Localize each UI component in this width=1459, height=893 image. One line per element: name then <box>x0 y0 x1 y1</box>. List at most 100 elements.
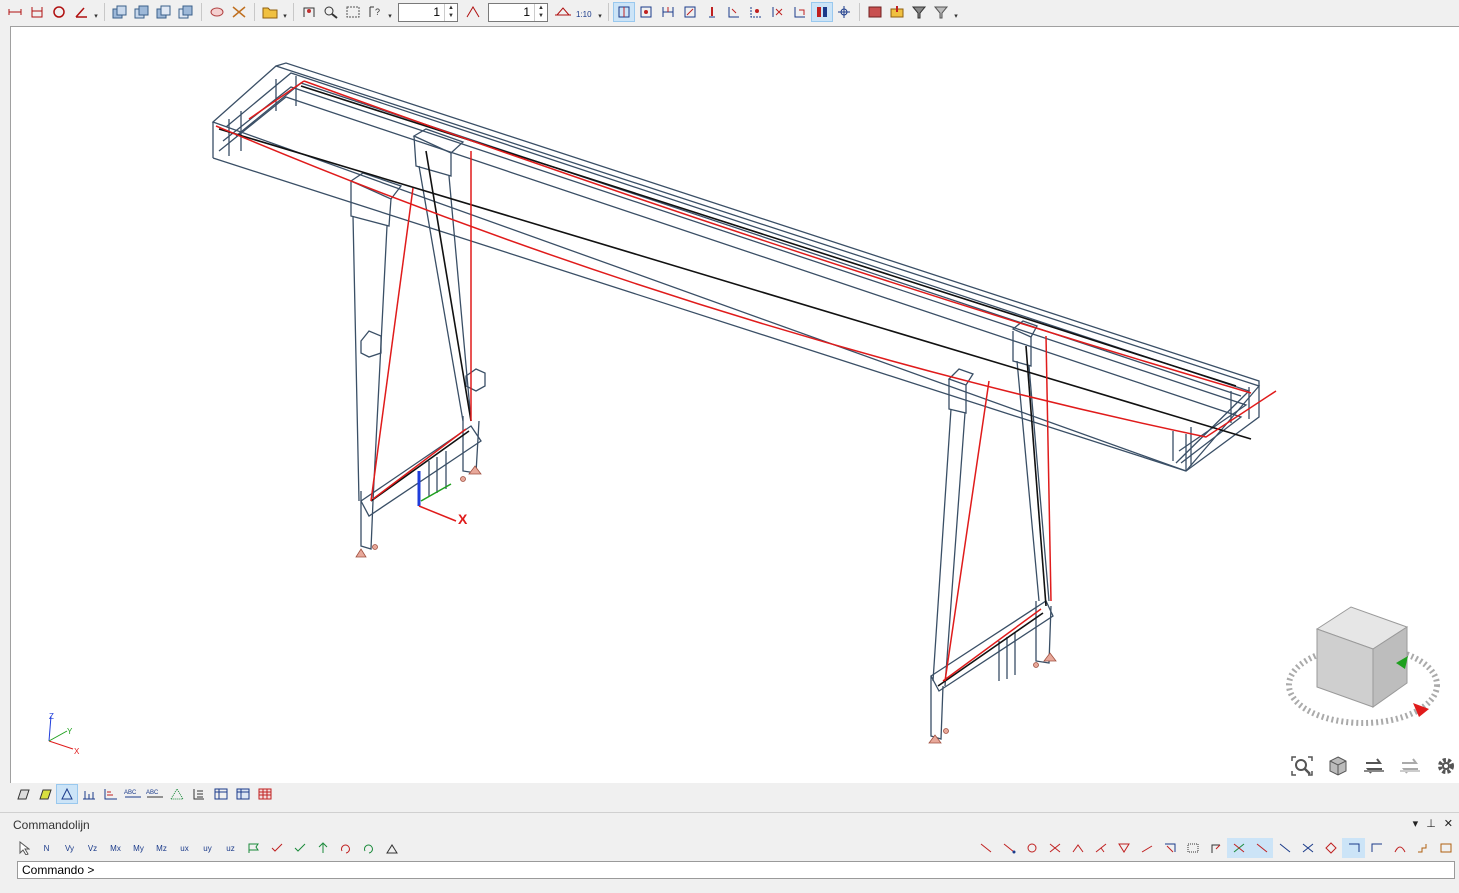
snap-tri-icon[interactable] <box>1112 838 1135 858</box>
snap-x-icon[interactable] <box>1296 838 1319 858</box>
scale-icon[interactable] <box>462 2 484 22</box>
snap-extra-icon[interactable] <box>1434 838 1457 858</box>
show-loads-icon[interactable] <box>657 2 679 22</box>
circle-icon[interactable] <box>48 2 70 22</box>
show-hinges-icon[interactable] <box>723 2 745 22</box>
angle-dropdown-icon[interactable]: ▾ <box>92 2 100 22</box>
check-icon[interactable] <box>265 838 288 858</box>
import-icon[interactable] <box>886 2 908 22</box>
spinner-arrows[interactable]: ▲ ▼ <box>534 3 547 21</box>
shear-y-button[interactable]: Vy <box>58 838 81 858</box>
snap-node-icon[interactable] <box>1204 838 1227 858</box>
spinner-value[interactable]: 1 <box>399 4 444 21</box>
snap-stair-icon[interactable] <box>1411 838 1434 858</box>
folder-dropdown-icon[interactable]: ▾ <box>281 2 289 22</box>
spinner-arrows[interactable]: ▲ ▼ <box>444 3 457 21</box>
display-loads-icon[interactable] <box>56 784 78 804</box>
show-section-icon[interactable] <box>635 2 657 22</box>
zoom-extents-icon[interactable] <box>1288 753 1316 779</box>
check-green-icon[interactable] <box>288 838 311 858</box>
snap-grid-icon[interactable] <box>1181 838 1204 858</box>
center-icon[interactable] <box>833 2 855 22</box>
select-icon[interactable] <box>298 2 320 22</box>
command-input[interactable]: Commando > <box>17 861 1455 879</box>
spinner-value[interactable]: 1 <box>489 4 534 21</box>
show-colors-icon[interactable] <box>811 2 833 22</box>
snap-mid-icon[interactable] <box>1227 838 1250 858</box>
snap-ortho-icon[interactable] <box>1365 838 1388 858</box>
display-values-icon[interactable]: ABC <box>122 784 144 804</box>
display-table-icon[interactable] <box>210 784 232 804</box>
snap-circle-icon[interactable] <box>1020 838 1043 858</box>
filter-icon[interactable] <box>908 2 930 22</box>
panel-pin-button[interactable]: ⊥ <box>1426 817 1436 830</box>
query-dropdown-icon[interactable]: ▾ <box>386 2 394 22</box>
moment-z-button[interactable]: Mz <box>150 838 173 858</box>
snap-cross-icon[interactable] <box>1043 838 1066 858</box>
snap-select-icon[interactable] <box>1158 838 1181 858</box>
frame-dimension-icon[interactable] <box>26 2 48 22</box>
moment-y-button[interactable]: My <box>127 838 150 858</box>
export-icon[interactable] <box>864 2 886 22</box>
display-labels-icon[interactable]: ABC <box>144 784 166 804</box>
find-icon[interactable] <box>320 2 342 22</box>
paste-alt-icon[interactable] <box>175 2 197 22</box>
display-table-alt-icon[interactable] <box>232 784 254 804</box>
rotate-icon[interactable] <box>334 838 357 858</box>
display-list-icon[interactable] <box>188 784 210 804</box>
deformation-icon[interactable] <box>552 2 574 22</box>
model-viewport[interactable]: X Z Y X <box>10 26 1459 783</box>
moment-x-button[interactable]: Mx <box>104 838 127 858</box>
normal-force-button[interactable]: N <box>35 838 58 858</box>
snap-line-icon[interactable] <box>974 838 997 858</box>
snap-diamond-icon[interactable] <box>1319 838 1342 858</box>
snap-perp-icon[interactable] <box>1089 838 1112 858</box>
angle-icon[interactable] <box>70 2 92 22</box>
display-grid-icon[interactable] <box>166 784 188 804</box>
query-icon[interactable]: ? <box>364 2 386 22</box>
scale-ratio-icon[interactable]: 1:10 <box>574 2 596 22</box>
wireframe-icon[interactable] <box>12 784 34 804</box>
view-cube-toggle-icon[interactable] <box>1324 753 1352 779</box>
snap-tangent-icon[interactable] <box>1135 838 1158 858</box>
copy-alt-icon[interactable] <box>131 2 153 22</box>
orbit-icon[interactable] <box>1360 753 1388 779</box>
panel-dropdown-button[interactable]: ▾ <box>1413 817 1419 830</box>
snap-end-icon[interactable] <box>997 838 1020 858</box>
copy-icon[interactable] <box>109 2 131 22</box>
show-numbers-icon[interactable] <box>767 2 789 22</box>
snap-intersect-icon[interactable] <box>1273 838 1296 858</box>
filter-alt-icon[interactable] <box>930 2 952 22</box>
arrow-up-icon[interactable] <box>311 838 334 858</box>
snap-curve-icon[interactable] <box>1388 838 1411 858</box>
display-diagrams-icon[interactable] <box>100 784 122 804</box>
show-reactions-icon[interactable] <box>679 2 701 22</box>
settings-gear-icon[interactable] <box>1432 753 1459 779</box>
show-results-icon[interactable] <box>789 2 811 22</box>
show-supports-icon[interactable] <box>701 2 723 22</box>
disp-x-button[interactable]: ux <box>173 838 196 858</box>
orbit-alt-icon[interactable] <box>1396 753 1424 779</box>
scale-dropdown-icon[interactable]: ▾ <box>596 2 604 22</box>
disp-y-button[interactable]: uy <box>196 838 219 858</box>
panel-close-button[interactable]: ✕ <box>1444 817 1453 830</box>
disp-z-button[interactable]: uz <box>219 838 242 858</box>
filter-dropdown-icon[interactable]: ▾ <box>952 2 960 22</box>
paste-icon[interactable] <box>153 2 175 22</box>
snap-quad-icon[interactable] <box>1342 838 1365 858</box>
dimension-icon[interactable] <box>4 2 26 22</box>
rotate-green-icon[interactable] <box>357 838 380 858</box>
support-icon[interactable] <box>380 838 403 858</box>
cut-icon[interactable] <box>228 2 250 22</box>
snap-endpoint-icon[interactable] <box>1250 838 1273 858</box>
grid-select-icon[interactable] <box>342 2 364 22</box>
display-supports-icon[interactable] <box>78 784 100 804</box>
flag-icon[interactable] <box>242 838 265 858</box>
render-icon[interactable] <box>34 784 56 804</box>
load-case-spinner[interactable]: 1 ▲ ▼ <box>398 2 458 22</box>
scale-spinner[interactable]: 1 ▲ ▼ <box>488 2 548 22</box>
snap-angle-icon[interactable] <box>1066 838 1089 858</box>
shear-z-button[interactable]: Vz <box>81 838 104 858</box>
show-nodes-icon[interactable] <box>745 2 767 22</box>
mesh-icon[interactable] <box>206 2 228 22</box>
